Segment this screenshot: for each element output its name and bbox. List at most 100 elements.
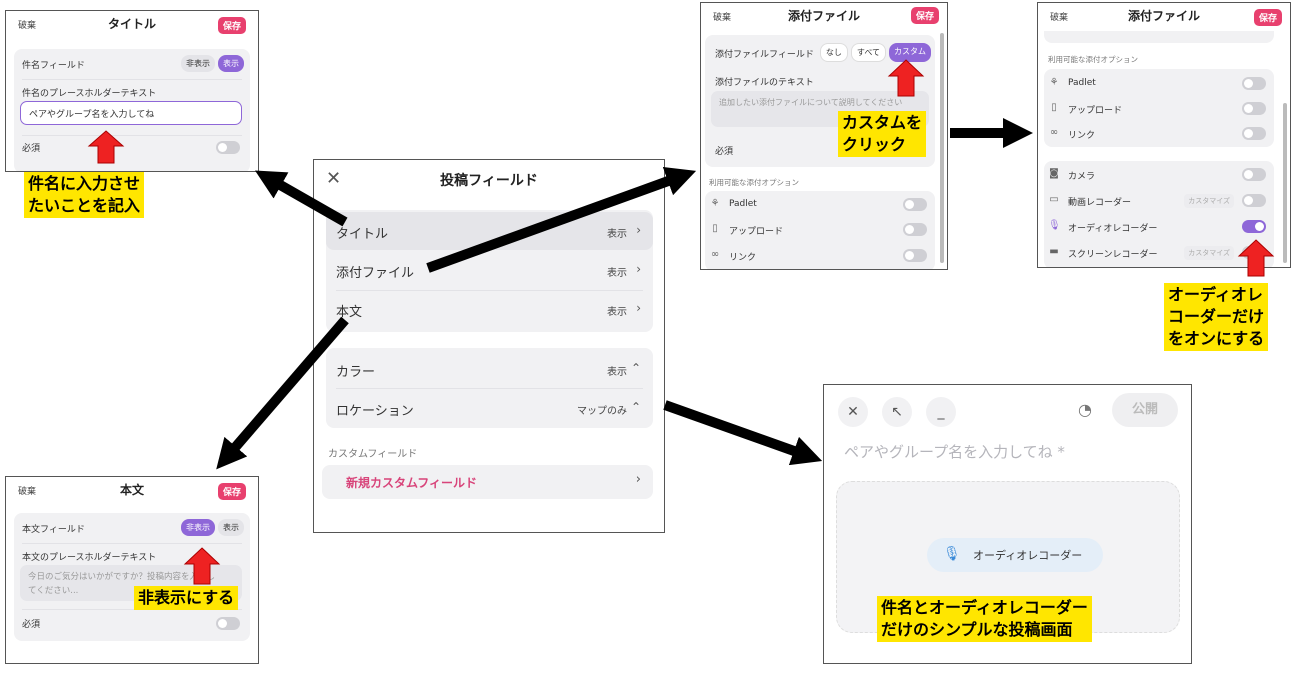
option-row-link[interactable]: ∞ リンク: [1044, 122, 1274, 146]
callout-line: 非表示にする: [138, 588, 235, 607]
close-button[interactable]: ✕: [838, 397, 868, 427]
minimize-button[interactable]: _: [926, 397, 956, 427]
required-label: 必須: [22, 144, 41, 154]
available-options-heading: 利用可能な添付オプション: [1048, 55, 1138, 64]
save-button[interactable]: 保存: [910, 7, 939, 24]
microphone-icon: 🎙: [1048, 220, 1061, 231]
callout-line: をオンにする: [1168, 329, 1265, 348]
option-label: アップロード: [729, 227, 784, 237]
callout-line: たいことを記入: [28, 196, 141, 215]
required-toggle[interactable]: [216, 141, 240, 154]
field-row-color[interactable]: カラー 表示 ⌃: [326, 350, 653, 388]
save-button[interactable]: 保存: [217, 17, 246, 34]
callout-line: 件名とオーディオレコーダー: [881, 598, 1088, 617]
option-none[interactable]: なし: [819, 43, 848, 62]
required-toggle[interactable]: [216, 617, 240, 630]
audio-recorder-button[interactable]: 🎙 オーディオレコーダー: [927, 538, 1103, 572]
screen-icon: ▬: [1049, 246, 1059, 257]
field-label: タイトル: [336, 227, 389, 242]
callout-line: だけのシンプルな投稿画面: [881, 620, 1073, 639]
field-group-2: カラー 表示 ⌃ ロケーション マップのみ ⌃: [326, 348, 653, 428]
file-icon: ▯: [1051, 102, 1057, 113]
callout-line: オーディオレ: [1168, 285, 1263, 304]
hide-option[interactable]: 非表示: [181, 55, 215, 72]
attachment-options-panel: 破棄 添付ファイル 保存 利用可能な添付オプション ⚘ Padlet ▯ アップ…: [1037, 2, 1291, 268]
audio-recorder-label: オーディオレコーダー: [973, 549, 1083, 562]
option-custom[interactable]: カスタム: [889, 43, 931, 62]
attachment-text-label: 添付ファイルのテキスト: [715, 78, 814, 88]
attachment-field-label: 添付ファイルフィールド: [715, 50, 814, 60]
field-row-attachment[interactable]: 添付ファイル 表示 ›: [326, 251, 653, 289]
option-row-audio-recorder[interactable]: 🎙 オーディオレコーダー: [1044, 215, 1274, 239]
panel-header: 破棄 本文 保存: [6, 477, 258, 503]
expand-button[interactable]: ↖: [882, 397, 912, 427]
save-button[interactable]: 保存: [217, 483, 246, 500]
custom-fields-heading: カスタムフィールド: [328, 449, 418, 460]
customize-button[interactable]: カスタマイズ: [1184, 246, 1234, 260]
chevron-right-icon: ›: [636, 262, 641, 276]
option-label: Padlet: [729, 199, 757, 209]
option-label: リンク: [729, 253, 757, 263]
option-all[interactable]: すべて: [850, 43, 886, 62]
scrollbar[interactable]: [1283, 103, 1287, 263]
option-row-padlet[interactable]: ⚘ Padlet: [705, 193, 935, 217]
option-toggle[interactable]: [1242, 127, 1266, 140]
new-custom-field-button[interactable]: 新規カスタムフィールド ›: [322, 465, 653, 499]
option-label: リンク: [1068, 131, 1096, 141]
show-option[interactable]: 表示: [218, 519, 244, 536]
option-toggle[interactable]: [1242, 168, 1266, 181]
option-toggle[interactable]: [903, 223, 927, 236]
save-button[interactable]: 保存: [1253, 9, 1282, 26]
attachment-mode-selector: なし すべて カスタム: [819, 43, 931, 62]
divider: [22, 543, 242, 544]
file-icon: ▯: [712, 223, 718, 234]
option-row-link[interactable]: ∞ リンク: [705, 244, 935, 268]
placeholder-label: 件名のプレースホルダーテキスト: [22, 89, 157, 99]
show-option[interactable]: 表示: [218, 55, 244, 72]
option-label: オーディオレコーダー: [1068, 224, 1158, 234]
new-custom-field-label: 新規カスタムフィールド: [346, 476, 478, 490]
panel-title: 投稿フィールド: [440, 173, 538, 189]
option-row-upload[interactable]: ▯ アップロード: [705, 218, 935, 242]
callout-preview: 件名とオーディオレコーダー だけのシンプルな投稿画面: [877, 596, 1092, 642]
hide-option[interactable]: 非表示: [181, 519, 215, 536]
option-row-camera[interactable]: ◙ カメラ: [1044, 163, 1274, 187]
option-row-padlet[interactable]: ⚘ Padlet: [1044, 72, 1274, 96]
option-label: Padlet: [1068, 78, 1096, 88]
panel-header: 破棄 添付ファイル 保存: [701, 3, 947, 29]
publish-button[interactable]: 公開: [1112, 393, 1178, 427]
title-input[interactable]: ペアやグループ名を入力してね *: [844, 441, 1065, 462]
option-toggle[interactable]: [1242, 77, 1266, 90]
body-settings-panel: 破棄 本文 保存 本文フィールド 非表示 表示 本文のプレースホルダーテキスト …: [5, 476, 259, 664]
option-label: スクリーンレコーダー: [1068, 250, 1158, 260]
option-row-screen-recorder[interactable]: ▬ スクリーンレコーダー カスタマイズ: [1044, 241, 1274, 265]
title-field-label: 件名フィールド: [22, 61, 85, 71]
options-card: ⚘ Padlet ▯ アップロード ∞ リンク: [705, 191, 935, 269]
link-icon: ∞: [710, 249, 720, 260]
field-value: マップのみ: [577, 406, 627, 417]
field-row-title[interactable]: タイトル 表示 ›: [326, 212, 653, 250]
placeholder-input[interactable]: ペアやグループ名を入力してね: [20, 101, 242, 125]
option-row-upload[interactable]: ▯ アップロード: [1044, 97, 1274, 121]
field-row-body[interactable]: 本文 表示 ›: [326, 290, 653, 328]
callout-line: 件名に入力させ: [28, 174, 141, 193]
settings-icon[interactable]: ◔: [1078, 400, 1092, 419]
option-toggle[interactable]: [1242, 102, 1266, 115]
option-toggle[interactable]: [1242, 246, 1266, 259]
field-label: 添付ファイル: [336, 266, 415, 281]
options-group-1: ⚘ Padlet ▯ アップロード ∞ リンク: [1044, 69, 1274, 147]
visibility-toggle: 非表示 表示: [181, 519, 244, 536]
customize-button[interactable]: カスタマイズ: [1184, 194, 1234, 208]
field-row-location[interactable]: ロケーション マップのみ ⌃: [326, 389, 653, 427]
scrolled-card-edge: [1044, 31, 1274, 43]
option-toggle[interactable]: [1242, 220, 1266, 233]
scrollbar[interactable]: [940, 33, 944, 263]
option-toggle[interactable]: [903, 198, 927, 211]
post-fields-panel: ✕ 投稿フィールド タイトル 表示 › 添付ファイル 表示 › 本文 表示 › …: [313, 159, 665, 533]
option-row-video-recorder[interactable]: ▭ 動画レコーダー カスタマイズ: [1044, 189, 1274, 213]
callout-line: クリック: [842, 135, 907, 154]
field-label: カラー: [336, 365, 376, 380]
option-toggle[interactable]: [1242, 194, 1266, 207]
panel-header: 破棄 タイトル 保存: [6, 11, 258, 37]
option-toggle[interactable]: [903, 249, 927, 262]
